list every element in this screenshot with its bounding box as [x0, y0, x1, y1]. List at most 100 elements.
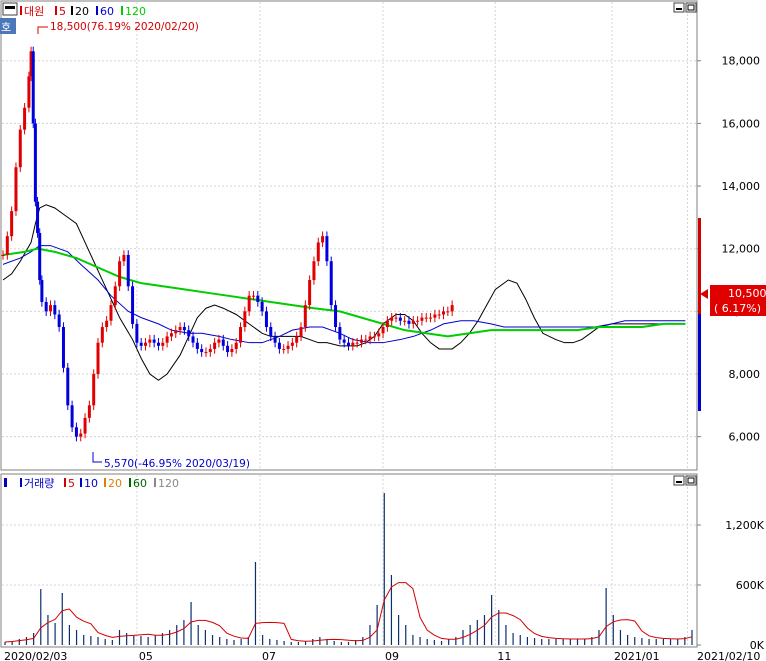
candle-body: [381, 327, 385, 334]
candle-body: [316, 242, 320, 262]
date-tick-label: 07: [262, 650, 276, 661]
candle-body: [390, 317, 394, 321]
legend-ma5: 5: [59, 5, 66, 18]
candle-body: [269, 327, 273, 337]
candle-body: [44, 301, 48, 312]
candle-body: [256, 295, 260, 302]
price-tick-label: 18,000: [722, 55, 761, 68]
candle-body: [152, 339, 156, 343]
candle-body: [1, 254, 5, 256]
candle-body: [135, 323, 139, 343]
candle-body: [398, 317, 402, 321]
candle-body: [31, 51, 35, 124]
volume-tick-label: 600K: [736, 579, 765, 592]
legend-ma20: 20: [75, 5, 89, 18]
candle-body: [23, 107, 27, 130]
price-tick-label: 14,000: [722, 180, 761, 193]
candle-body: [260, 301, 264, 312]
candle-body: [156, 342, 160, 346]
candle-body: [247, 295, 251, 312]
candle-body: [264, 311, 268, 328]
candle-body: [394, 317, 398, 319]
candle-body: [131, 286, 135, 324]
candle-body: [79, 433, 83, 437]
candle-body: [200, 348, 204, 353]
candle-body: [446, 311, 450, 313]
price-legend: 대원 5 20 60 120: [20, 5, 146, 18]
candle-body: [49, 305, 53, 312]
date-tick-label: 09: [385, 650, 399, 661]
volume-minimize-button[interactable]: [673, 475, 685, 486]
candle-body: [100, 327, 104, 343]
candle-body: [433, 314, 437, 318]
candle-body: [385, 320, 389, 328]
candle-body: [27, 76, 31, 108]
candle-body: [14, 167, 18, 212]
candle-body: [416, 320, 420, 322]
price-minimize-button[interactable]: [673, 2, 685, 13]
candle-body: [195, 342, 199, 349]
candle-body: [213, 342, 217, 349]
candle-body: [321, 236, 325, 243]
date-tick-label: 2020/02/03: [4, 650, 67, 661]
candle-body: [83, 417, 87, 434]
candle-body: [364, 339, 368, 341]
candle-body: [36, 201, 40, 234]
candle-body: [208, 348, 212, 353]
candle-body: [96, 342, 100, 375]
candle-body: [105, 320, 109, 328]
candle-body: [359, 339, 363, 343]
today-range-bar-up: [698, 218, 701, 314]
candle-body: [450, 305, 454, 312]
candle-body: [161, 342, 165, 346]
candle-body: [234, 342, 238, 349]
candle-body: [308, 280, 312, 306]
candle-body: [165, 336, 169, 343]
candle-body: [295, 336, 299, 343]
candle-body: [144, 342, 148, 346]
candle-body: [38, 233, 42, 281]
candle-body: [126, 254, 130, 287]
window-menu-icon-bar: [5, 6, 15, 9]
price-tick-label: 6,000: [729, 431, 761, 444]
candle-body: [148, 339, 152, 343]
candle-body: [355, 342, 359, 344]
candle-body: [351, 342, 355, 346]
legend-vol5: 5: [68, 477, 75, 490]
candle-body: [251, 295, 255, 297]
candle-body: [221, 339, 225, 346]
candle-body: [169, 333, 173, 337]
current-price: 10,500: [728, 287, 766, 300]
side-tab-label: 호: [1, 21, 11, 34]
candle-body: [347, 342, 350, 346]
candle-body: [273, 336, 277, 343]
candle-body: [372, 336, 376, 338]
candle-body: [377, 333, 381, 337]
candle-body: [217, 339, 221, 343]
candle-body: [53, 305, 57, 315]
candle-body: [411, 320, 415, 324]
candle-body: [33, 123, 37, 202]
candle-body: [191, 336, 195, 343]
candle-body: [66, 367, 70, 406]
legend-vol20: 20: [108, 477, 122, 490]
price-tick-label: 12,000: [722, 243, 761, 256]
candle-body: [139, 342, 143, 346]
volume-tick-label: 1,200K: [725, 519, 764, 532]
candle-body: [403, 320, 407, 322]
date-tick-label: 2021/02/10: [697, 650, 760, 661]
candle-body: [5, 236, 9, 255]
candle-body: [113, 286, 117, 306]
candle-body: [442, 311, 446, 315]
legend-vol10: 10: [84, 477, 98, 490]
candle-body: [243, 311, 247, 328]
legend-vol60: 60: [133, 477, 147, 490]
candle-body: [92, 374, 96, 406]
candle-body: [187, 330, 191, 337]
candle-body: [368, 336, 372, 340]
candle-body: [74, 427, 78, 437]
current-change: ( 6.17%): [714, 302, 761, 315]
candle-body: [109, 305, 113, 321]
candle-body: [282, 348, 286, 350]
candle-body: [299, 327, 303, 337]
